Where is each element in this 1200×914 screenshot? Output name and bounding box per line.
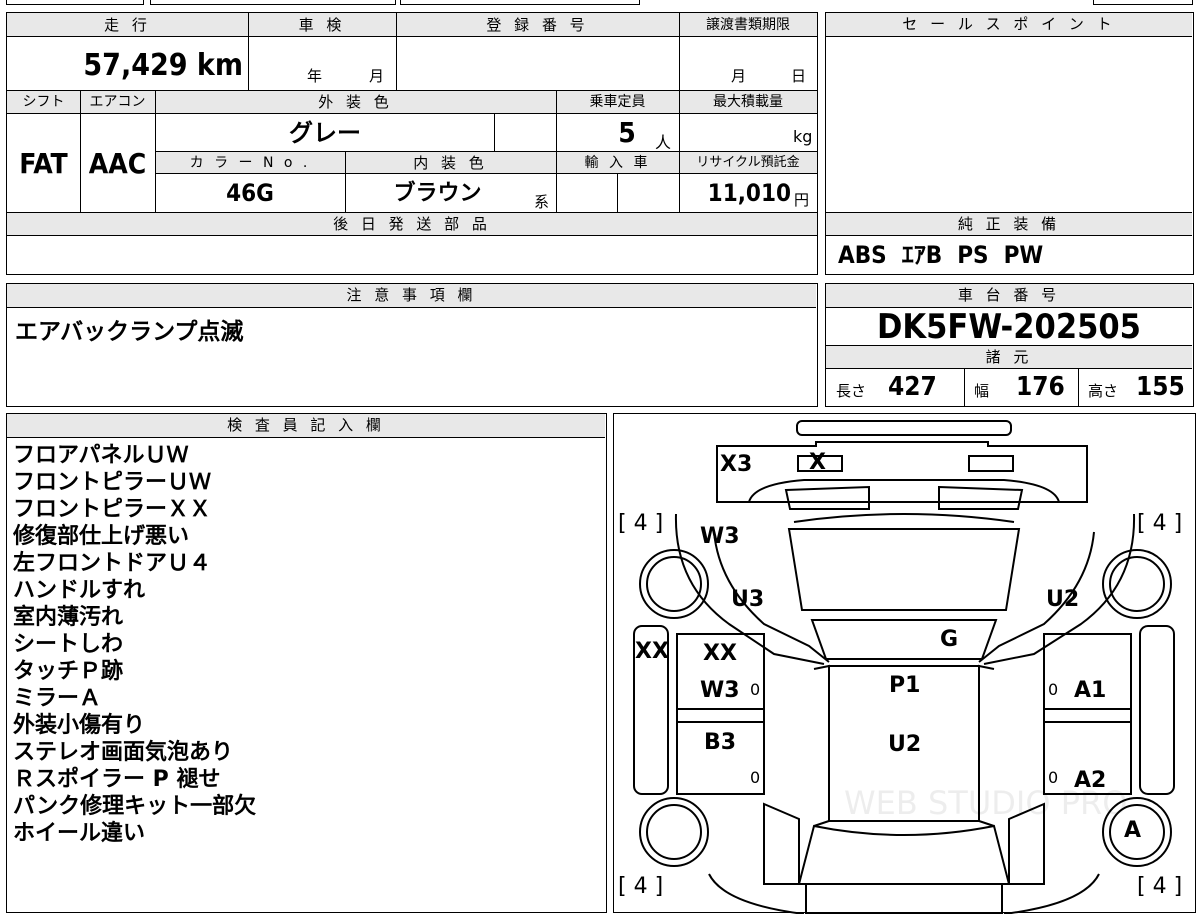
sales-point-label: セ ー ル ス ポ イ ン ト — [826, 13, 1192, 37]
left-rear-door-damage: B3 — [704, 730, 737, 755]
left-front-door-damage-2: W3 — [700, 678, 740, 703]
color-no-value: 46G — [226, 179, 274, 207]
inspector-note: Ｒスポイラー P 褪せ — [13, 767, 221, 792]
inspector-note: フロントピラーＵＷ — [13, 470, 212, 495]
shaken-month-unit: 月 — [369, 67, 385, 85]
interior-color-label: 内 装 色 — [413, 154, 488, 172]
inspector-note: フロントピラーＸＸ — [13, 497, 212, 522]
sales-point-box: セ ー ル ス ポ イ ン ト 純 正 装 備 ABS ｴｱB PS PW — [825, 12, 1194, 275]
inspector-note: パンク修理キット一部欠 — [13, 794, 257, 819]
inspector-note: 室内薄汚れ — [13, 605, 124, 630]
fl-fender-damage: W3 — [700, 524, 740, 549]
vehicle-info-table: 走 行 車 検 登 録 番 号 譲渡書類期限 57,429 km 年 月 月 日… — [6, 12, 818, 275]
chassis-number-value: DK5FW-202505 — [877, 307, 1141, 347]
spec-length-label: 長さ — [836, 382, 867, 400]
genuine-equipment-label: 純 正 装 備 — [957, 215, 1061, 233]
tire-rr-label: [ 4 ] — [1137, 874, 1183, 899]
inspector-note: タッチＰ跡 — [13, 659, 124, 684]
shift-value: FAT — [19, 147, 68, 180]
caution-value: エアバックランプ点滅 — [15, 319, 244, 345]
spec-height-label: 高さ — [1088, 382, 1119, 400]
inspector-note: 外装小傷有り — [13, 713, 146, 738]
left-sill-damage: XX — [635, 639, 669, 664]
capacity-label: 乗車定員 — [589, 94, 646, 110]
damage-diagram: [ 4 ] [ 4 ] [ 4 ] [ 4 ] X3 X W3 U3 XX XX… — [613, 413, 1196, 914]
recycle-fee-value: 11,010 — [707, 179, 791, 207]
capacity-value: 5 — [618, 116, 636, 149]
chassis-number-label: 車 台 番 号 — [826, 284, 1192, 308]
aircon-value: AAC — [88, 147, 147, 180]
rr-panel-damage: U2 — [1046, 587, 1080, 612]
rear-bumper-damage: X3 — [720, 452, 753, 477]
capacity-unit: 人 — [655, 133, 672, 152]
color-no-label: カ ラ ー N o . — [189, 155, 311, 171]
chassis-box: 車 台 番 号 DK5FW-202505 諸 元 長さ 427 幅 176 高さ… — [825, 283, 1194, 407]
inspector-note: シートしわ — [13, 632, 124, 657]
shaken-label: 車 検 — [298, 16, 346, 34]
inspector-box: 検 査 員 記 入 欄 フロアパネルＵＷ フロントピラーＵＷ フロントピラーＸＸ 修復… — [6, 413, 607, 913]
interior-color-suffix: 系 — [534, 193, 550, 211]
spec-width-value: 176 — [1016, 372, 1065, 402]
aircon-label: エアコン — [89, 94, 146, 110]
tire-fl-label: [ 4 ] — [618, 511, 664, 536]
inspector-note: ステレオ画面気泡あり — [13, 740, 234, 765]
tire-rl-label: [ 4 ] — [618, 874, 664, 899]
recycle-fee-unit: 円 — [794, 191, 810, 209]
zero-mark-1: 0 — [750, 680, 761, 699]
exterior-color-label: 外 装 色 — [318, 93, 393, 111]
spec-height-value: 155 — [1136, 372, 1185, 402]
roof-damage-1: P1 — [889, 673, 921, 698]
shaken-year-unit: 年 — [307, 67, 323, 85]
spec-length-value: 427 — [888, 372, 937, 402]
registration-label: 登 録 番 号 — [486, 16, 589, 34]
windshield-damage: G — [940, 627, 959, 652]
tire-fr-label: [ 4 ] — [1137, 511, 1183, 536]
later-parts-label: 後 日 発 送 部 品 — [333, 215, 491, 233]
inspector-note: ミラーＡ — [13, 686, 102, 711]
zero-mark-2: 0 — [750, 768, 761, 787]
right-front-door-damage: A1 — [1074, 678, 1107, 703]
caution-label: 注 意 事 項 欄 — [7, 284, 816, 308]
transfer-month-unit: 月 — [731, 67, 747, 85]
import-car-label: 輸 入 車 — [584, 155, 651, 171]
top-strip — [0, 0, 1200, 6]
rear-marker-damage: X — [809, 450, 826, 475]
recycle-fee-label: リサイクル預託金 — [696, 155, 800, 170]
inspector-note: ハンドルすれ — [13, 578, 146, 603]
roof-damage-2: U2 — [888, 732, 922, 757]
genuine-equipment-value: ABS ｴｱB PS PW — [838, 241, 1044, 269]
spec-width-label: 幅 — [974, 382, 990, 400]
inspector-note: 左フロントドアＵ４ — [13, 551, 212, 576]
inspector-note: ホイール違い — [13, 821, 146, 846]
watermark: WEB STUDIO PRO — [844, 784, 1128, 822]
interior-color-value: ブラウン — [393, 181, 482, 206]
caution-box: 注 意 事 項 欄 エアバックランプ点滅 — [6, 283, 818, 407]
inspector-notes-list: フロアパネルＵＷ フロントピラーＵＷ フロントピラーＸＸ 修復部仕上げ悪い 左フロントド… — [13, 442, 256, 847]
specs-label: 諸 元 — [985, 348, 1033, 366]
zero-mark-3: 0 — [1048, 680, 1059, 699]
shift-label: シフト — [22, 94, 65, 110]
left-front-door-damage-1: XX — [703, 641, 737, 666]
inspector-note: 修復部仕上げ悪い — [13, 524, 190, 549]
max-load-unit: kg — [793, 127, 813, 146]
car-outline — [633, 420, 1175, 914]
fl-panel-damage: U3 — [731, 587, 765, 612]
mileage-label: 走 行 — [104, 16, 151, 34]
transfer-deadline-label: 譲渡書類期限 — [706, 17, 790, 33]
exterior-color-value: グレー — [289, 119, 361, 147]
inspector-note: フロアパネルＵＷ — [13, 443, 189, 468]
transfer-day-unit: 日 — [791, 67, 807, 85]
max-load-label: 最大積載量 — [713, 94, 783, 110]
inspector-label: 検 査 員 記 入 欄 — [7, 414, 605, 438]
mileage-value: 57,429 km — [83, 48, 243, 83]
